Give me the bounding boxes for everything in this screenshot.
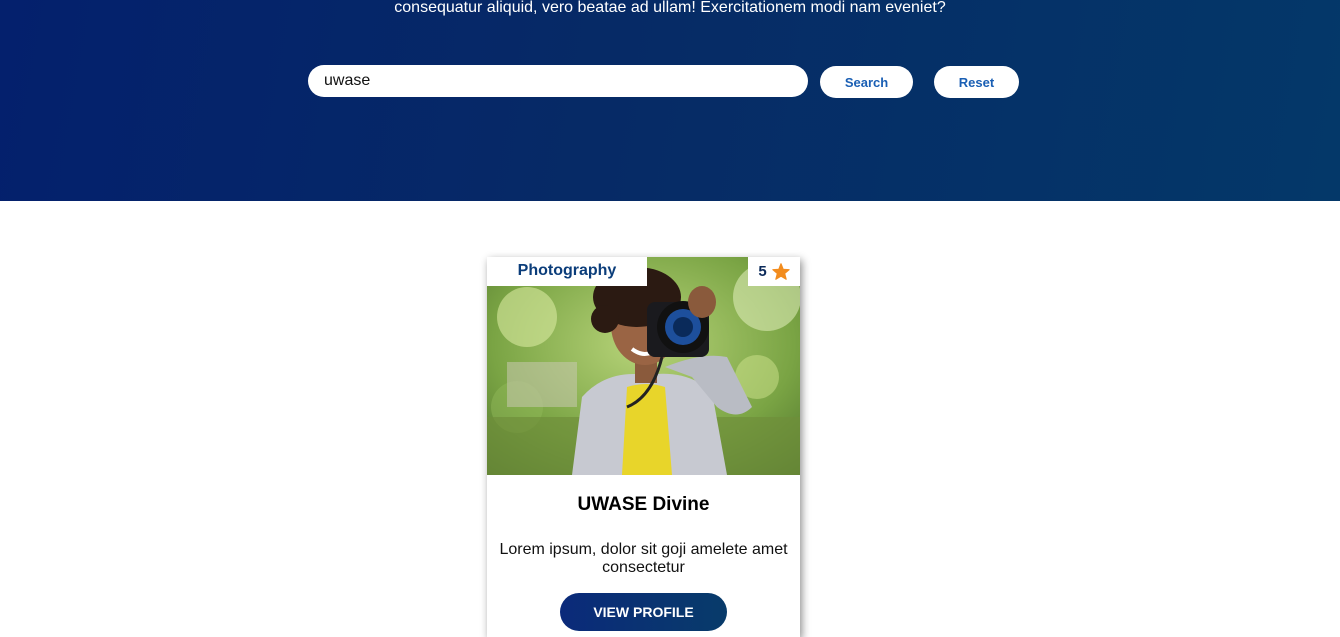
profile-photo: Photography 5 — [487, 257, 800, 475]
profile-name: UWASE Divine — [577, 494, 710, 515]
hero-banner: consequatur aliquid, vero beatae ad ulla… — [0, 0, 1340, 201]
photographer-image — [487, 257, 800, 475]
search-input[interactable] — [308, 65, 808, 97]
profile-description: Lorem ipsum, dolor sit goji amelete amet… — [499, 541, 788, 576]
star-icon — [771, 263, 790, 280]
view-profile-button[interactable]: VIEW PROFILE — [560, 593, 727, 631]
hero-tagline: consequatur aliquid, vero beatae ad ulla… — [394, 0, 946, 16]
search-button[interactable]: Search — [820, 66, 913, 98]
category-tag: Photography — [487, 257, 647, 286]
reset-button[interactable]: Reset — [934, 66, 1019, 98]
rating-badge: 5 — [748, 257, 800, 286]
profile-card: Photography 5 UWASE Divine Lorem ipsum, … — [487, 257, 800, 637]
rating-value: 5 — [758, 263, 767, 280]
